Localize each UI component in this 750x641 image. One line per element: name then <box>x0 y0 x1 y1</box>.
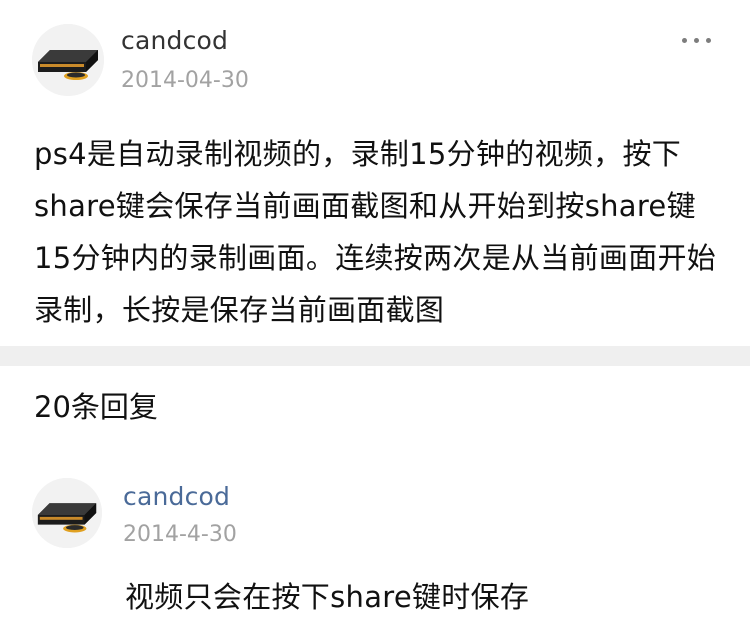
more-options-button[interactable] <box>676 26 716 54</box>
more-horizontal-icon <box>706 38 711 43</box>
console-avatar-icon <box>32 478 102 548</box>
reply-date: 2014-4-30 <box>123 522 237 547</box>
console-avatar-icon <box>32 24 104 96</box>
reply-item: candcod 2014-4-30 视频只会在按下share键时保存 <box>0 470 750 641</box>
avatar[interactable] <box>32 478 102 548</box>
post-username[interactable]: candcod <box>121 26 228 55</box>
post-content: ps4是自动录制视频的，录制15分钟的视频，按下share键会保存当前画面截图和… <box>34 137 717 327</box>
reply-text: 视频只会在按下share键时保存 <box>125 580 530 614</box>
reply-count: 20条回复 <box>34 390 158 424</box>
more-horizontal-icon <box>694 38 699 43</box>
section-divider <box>0 346 750 366</box>
avatar[interactable] <box>32 24 104 96</box>
post-date: 2014-04-30 <box>121 68 249 93</box>
post-header: candcod 2014-04-30 <box>0 0 750 110</box>
reply-username[interactable]: candcod <box>123 482 230 511</box>
more-horizontal-icon <box>682 38 687 43</box>
